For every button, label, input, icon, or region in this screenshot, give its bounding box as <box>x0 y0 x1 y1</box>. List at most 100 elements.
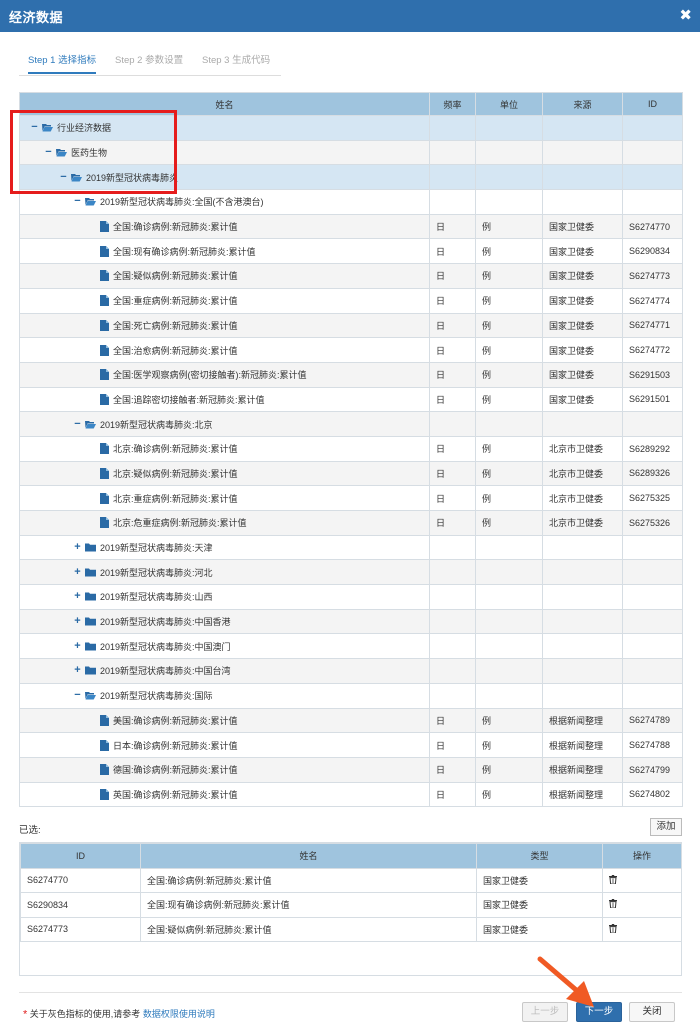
next-step-button[interactable]: 下一步 <box>576 1002 622 1022</box>
category-row[interactable]: +2019新型冠状病毒肺炎:山西 <box>19 584 683 610</box>
collapse-icon[interactable]: − <box>73 690 82 701</box>
indicator-row[interactable]: 北京:危重症病例:新冠肺炎:累计值 日例北京市卫健委 S6275326 <box>19 510 683 536</box>
indicator-row[interactable]: 全国:医学观察病例(密切接触者):新冠肺炎:累计值 日例国家卫健委 S6291503 <box>19 361 683 388</box>
cell-name[interactable]: 全国:重症病例:新冠肺炎:累计值 <box>19 287 430 314</box>
expand-icon[interactable]: + <box>73 616 82 627</box>
indicator-row[interactable]: 全国:治愈病例:新冠肺炎:累计值 日例国家卫健委 S6274772 <box>19 337 683 363</box>
expand-icon[interactable]: + <box>73 542 82 553</box>
category-row[interactable]: − 2019新型冠状病毒肺炎 <box>19 164 683 191</box>
cell-unit: 例 <box>475 263 543 289</box>
cell-unit: 例 <box>475 707 543 734</box>
collapse-icon[interactable]: − <box>73 196 82 207</box>
category-row[interactable]: − 2019新型冠状病毒肺炎:全国(不含港澳台) <box>19 189 683 215</box>
cell-unit: 例 <box>475 435 543 462</box>
indicator-row[interactable]: 美国:确诊病例:新冠肺炎:累计值 日例根据新闻整理 S6274789 <box>19 707 683 734</box>
indicator-row[interactable]: 全国:追踪密切接触者:新冠肺炎:累计值 日例国家卫健委 S6291501 <box>19 386 683 413</box>
category-row[interactable]: − 医药生物 <box>19 139 683 166</box>
collapse-icon[interactable]: − <box>44 147 53 158</box>
cell-id: S6275325 <box>622 485 683 511</box>
cell-name[interactable]: +2019新型冠状病毒肺炎:河北 <box>19 559 430 586</box>
indicator-row[interactable]: 全国:死亡病例:新冠肺炎:累计值 日例国家卫健委 S6274771 <box>19 312 683 339</box>
category-row[interactable]: +2019新型冠状病毒肺炎:中国香港 <box>19 608 683 635</box>
indicator-row[interactable]: 德国:确诊病例:新冠肺炎:累计值 日例根据新闻整理 S6274799 <box>19 756 683 783</box>
cell-name[interactable]: 北京:重症病例:新冠肺炎:累计值 <box>19 485 430 511</box>
cell-name[interactable]: +2019新型冠状病毒肺炎:中国澳门 <box>19 633 430 660</box>
col-header-frequency[interactable]: 频率 <box>429 92 476 116</box>
category-row[interactable]: +2019新型冠状病毒肺炎:中国澳门 <box>19 633 683 660</box>
category-row[interactable]: − 2019新型冠状病毒肺炎:北京 <box>19 411 683 437</box>
category-row[interactable]: +2019新型冠状病毒肺炎:天津 <box>19 534 683 561</box>
indicator-row[interactable]: 北京:疑似病例:新冠肺炎:累计值 日例北京市卫健委 S6289326 <box>19 460 683 487</box>
cell-name[interactable]: 全国:追踪密切接触者:新冠肺炎:累计值 <box>19 386 430 413</box>
trash-icon[interactable] <box>609 874 617 886</box>
cell-name[interactable]: +2019新型冠状病毒肺炎:中国台湾 <box>19 658 430 684</box>
collapse-icon[interactable]: − <box>73 418 82 429</box>
cell-source: 根据新闻整理 <box>542 732 623 758</box>
cell-name[interactable]: 美国:确诊病例:新冠肺炎:累计值 <box>19 707 430 734</box>
col-header-source[interactable]: 来源 <box>542 92 623 116</box>
indicator-row[interactable]: 英国:确诊病例:新冠肺炎:累计值 日例根据新闻整理 S6274802 <box>19 781 683 808</box>
trash-icon[interactable] <box>609 899 617 910</box>
expand-icon[interactable]: + <box>73 591 82 602</box>
cell-source: 北京市卫健委 <box>542 435 623 462</box>
row-label: 北京:疑似病例:新冠肺炎:累计值 <box>113 468 238 479</box>
close-button[interactable]: 关闭 <box>629 1002 675 1022</box>
cell-name[interactable]: 北京:确诊病例:新冠肺炎:累计值 <box>19 435 430 462</box>
category-row[interactable]: +2019新型冠状病毒肺炎:河北 <box>19 559 683 586</box>
cell-unit <box>475 534 543 561</box>
cell-name[interactable]: 日本:确诊病例:新冠肺炎:累计值 <box>19 732 430 758</box>
tab-step-3[interactable]: Step 3 生成代码 <box>202 52 270 74</box>
cell-name[interactable]: − 2019新型冠状病毒肺炎:全国(不含港澳台) <box>19 189 430 215</box>
col-header-name[interactable]: 姓名 <box>19 92 430 116</box>
close-icon[interactable]: ✖ <box>679 6 692 24</box>
col-header-unit[interactable]: 单位 <box>475 92 543 116</box>
cell-name[interactable]: 全国:疑似病例:新冠肺炎:累计值 <box>19 263 430 289</box>
cell-unit: 例 <box>475 732 543 758</box>
indicator-row[interactable]: 全国:重症病例:新冠肺炎:累计值 日例国家卫健委 S6274774 <box>19 287 683 314</box>
category-row[interactable]: − 行业经济数据 <box>19 115 683 141</box>
cell-name[interactable]: − 2019新型冠状病毒肺炎:国际 <box>19 682 430 709</box>
expand-icon[interactable]: + <box>73 640 82 651</box>
permission-doc-link[interactable]: 数据权限使用说明 <box>143 1009 215 1019</box>
selected-header-row: ID 姓名 类型 操作 <box>20 843 682 869</box>
category-row[interactable]: +2019新型冠状病毒肺炎:中国台湾 <box>19 658 683 684</box>
collapse-icon[interactable]: − <box>30 122 39 133</box>
col-header-id[interactable]: ID <box>622 92 683 116</box>
tab-step-1[interactable]: Step 1 选择指标 <box>28 52 97 74</box>
cell-name[interactable]: 全国:现有确诊病例:新冠肺炎:累计值 <box>19 238 430 265</box>
cell-frequency: 日 <box>429 485 476 511</box>
add-button[interactable]: 添加 <box>650 818 682 836</box>
indicator-row[interactable]: 全国:现有确诊病例:新冠肺炎:累计值 日例国家卫健委 S6290834 <box>19 238 683 265</box>
collapse-icon[interactable]: − <box>59 171 68 182</box>
cell-name[interactable]: +2019新型冠状病毒肺炎:中国香港 <box>19 608 430 635</box>
cell-name[interactable]: 英国:确诊病例:新冠肺炎:累计值 <box>19 781 430 808</box>
tab-step-2[interactable]: Step 2 参数设置 <box>115 52 183 74</box>
cell-id: S6274771 <box>622 312 683 339</box>
cell-name[interactable]: 北京:危重症病例:新冠肺炎:累计值 <box>19 510 430 536</box>
expand-icon[interactable]: + <box>73 665 82 676</box>
category-row[interactable]: − 2019新型冠状病毒肺炎:国际 <box>19 682 683 709</box>
cell-name[interactable]: − 2019新型冠状病毒肺炎:北京 <box>19 411 430 437</box>
cell-name[interactable]: 德国:确诊病例:新冠肺炎:累计值 <box>19 756 430 783</box>
cell-name[interactable]: +2019新型冠状病毒肺炎:天津 <box>19 534 430 561</box>
cell-frequency: 日 <box>429 732 476 758</box>
indicator-row[interactable]: 北京:重症病例:新冠肺炎:累计值 日例北京市卫健委 S6275325 <box>19 485 683 511</box>
cell-name[interactable]: 全国:治愈病例:新冠肺炎:累计值 <box>19 337 430 363</box>
cell-name[interactable]: − 行业经济数据 <box>19 115 430 141</box>
indicator-row[interactable]: 日本:确诊病例:新冠肺炎:累计值 日例根据新闻整理 S6274788 <box>19 732 683 758</box>
cell-name[interactable]: − 医药生物 <box>19 139 430 166</box>
cell-name[interactable]: 全国:死亡病例:新冠肺炎:累计值 <box>19 312 430 339</box>
cell-name[interactable]: 全国:确诊病例:新冠肺炎:累计值 <box>19 213 430 240</box>
row-label: 2019新型冠状病毒肺炎:中国澳门 <box>100 641 231 652</box>
trash-icon[interactable] <box>609 923 617 935</box>
indicator-row[interactable]: 全国:确诊病例:新冠肺炎:累计值 日例国家卫健委 S6274770 <box>19 213 683 240</box>
cell-name[interactable]: 北京:疑似病例:新冠肺炎:累计值 <box>19 460 430 487</box>
indicator-row[interactable]: 北京:确诊病例:新冠肺炎:累计值 日例北京市卫健委 S6289292 <box>19 435 683 462</box>
prev-step-button[interactable]: 上一步 <box>522 1002 568 1022</box>
cell-name[interactable]: 全国:医学观察病例(密切接触者):新冠肺炎:累计值 <box>19 361 430 388</box>
indicator-row[interactable]: 全国:疑似病例:新冠肺炎:累计值 日例国家卫健委 S6274773 <box>19 263 683 289</box>
cell-name[interactable]: − 2019新型冠状病毒肺炎 <box>19 164 430 191</box>
cell-id <box>622 658 683 684</box>
cell-name[interactable]: +2019新型冠状病毒肺炎:山西 <box>19 584 430 610</box>
expand-icon[interactable]: + <box>73 566 82 577</box>
